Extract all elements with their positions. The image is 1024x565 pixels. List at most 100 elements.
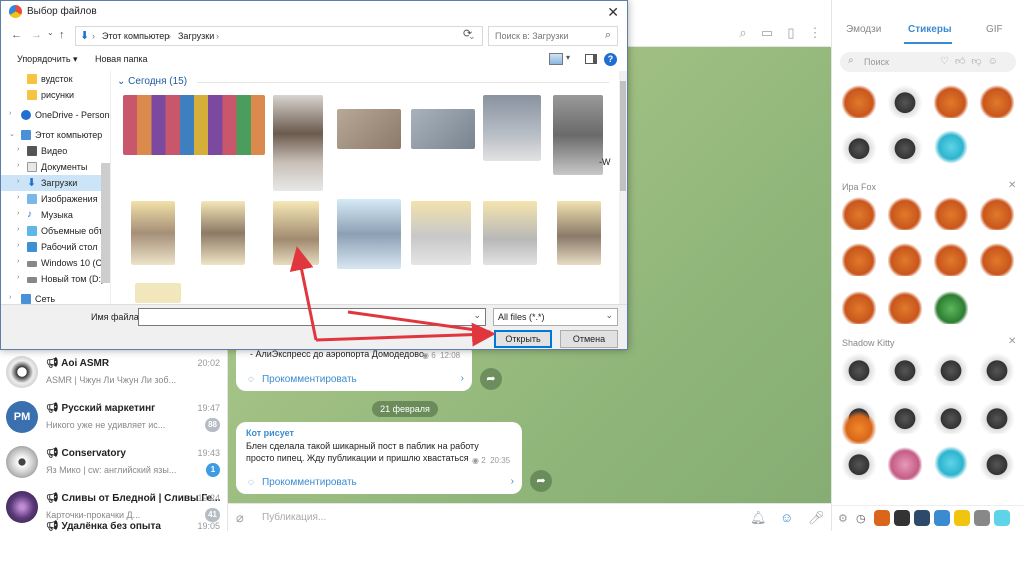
microphone-icon[interactable]: 🎤︎ — [808, 510, 825, 526]
chevron-right-icon[interactable]: › — [17, 194, 19, 201]
sticker[interactable] — [888, 242, 922, 276]
chevron-down-icon[interactable]: ▾ — [566, 53, 570, 62]
comment-button[interactable]: Прокомментировать — [244, 477, 357, 488]
sticker-search-input[interactable]: Поиск — [864, 57, 889, 67]
forward-icon[interactable]: ➦ — [530, 470, 552, 492]
tab-gif[interactable]: GIF — [986, 24, 1003, 35]
search-icon[interactable]: ⌕ — [736, 26, 750, 40]
emoji-icon[interactable]: ☺ — [780, 510, 793, 525]
sticker[interactable] — [888, 290, 922, 324]
refresh-icon[interactable]: ⟳ — [463, 27, 472, 40]
close-icon[interactable]: ✕ — [1008, 336, 1016, 347]
chevron-down-icon[interactable]: ⌄ — [473, 310, 481, 321]
tree-item-images[interactable]: › Изображения — [1, 191, 110, 207]
sticker[interactable] — [842, 446, 876, 480]
chat-list-item[interactable]: PM 📢︎ Русский маркетинг 19:47 Никого уже… — [0, 395, 228, 440]
attach-icon[interactable]: ⌀ — [236, 510, 244, 526]
organize-button[interactable]: Упорядочить ▾ — [17, 54, 78, 65]
search-field[interactable]: Поиск в: Загрузки ⌕ — [488, 26, 618, 46]
sticker[interactable] — [934, 446, 968, 480]
open-button[interactable]: Открыть — [494, 330, 552, 348]
sticker[interactable] — [934, 400, 968, 434]
tree-item-video[interactable]: › Видео — [1, 143, 110, 159]
chevron-down-icon[interactable]: ⌄ — [9, 130, 15, 138]
sticker-set-thumb[interactable] — [994, 510, 1010, 526]
sticker-set-thumb[interactable] — [934, 510, 950, 526]
chevron-right-icon[interactable]: › — [9, 294, 11, 301]
tree-item-risunki[interactable]: рисунки — [1, 87, 110, 103]
file-thumbnail[interactable] — [131, 201, 175, 265]
sticker[interactable] — [980, 352, 1014, 386]
gear-icon[interactable]: ⚙ — [838, 512, 848, 525]
up-icon[interactable]: ↑ — [59, 29, 65, 41]
tree-item-music[interactable]: › ♪ Музыка — [1, 207, 110, 223]
tree-item-downloads[interactable]: › ⬇ Загрузки — [1, 175, 110, 191]
file-thumbnail[interactable] — [411, 201, 471, 265]
forward-icon[interactable]: ➦ — [480, 368, 502, 390]
chat-list-item[interactable]: 📢︎ Aoi ASMR 20:02 ASMR | Чжун Ли Чжун Ли… — [0, 350, 228, 395]
new-folder-button[interactable]: Новая папка — [95, 54, 147, 64]
group-header[interactable]: ⌄ Сегодня (15) — [117, 76, 187, 87]
cancel-button[interactable]: Отмена — [560, 330, 618, 348]
more-icon[interactable]: ⋮ — [808, 26, 822, 40]
tab-stickers[interactable]: Стикеры — [908, 24, 951, 35]
file-thumbnail[interactable] — [557, 201, 601, 265]
scrollbar[interactable] — [619, 71, 627, 304]
sticker[interactable] — [842, 352, 876, 386]
dialog-titlebar[interactable]: Выбор файлов ✕ — [1, 1, 627, 23]
preview-pane-icon[interactable] — [585, 54, 597, 64]
sticker[interactable] — [934, 352, 968, 386]
chevron-right-icon[interactable]: › — [17, 242, 19, 249]
file-thumbnail[interactable] — [273, 95, 323, 191]
message-author[interactable]: Кот рисует — [246, 428, 294, 438]
view-icon[interactable] — [549, 53, 563, 65]
file-thumbnail[interactable] — [201, 201, 245, 265]
sticker[interactable] — [888, 196, 922, 230]
sticker[interactable] — [888, 446, 922, 480]
sticker[interactable] — [934, 130, 968, 164]
sticker[interactable] — [888, 130, 922, 164]
sticker-set-thumb[interactable] — [974, 510, 990, 526]
sticker[interactable] — [934, 84, 968, 118]
file-thumbnail[interactable] — [483, 95, 541, 161]
file-thumbnail[interactable] — [337, 199, 401, 269]
sticker[interactable] — [842, 196, 876, 230]
breadcrumb-item[interactable]: Этот компьютер — [102, 31, 169, 41]
chat-list-item[interactable]: 📢︎ Conservatory 19:43 Яз Мико | cw: англ… — [0, 440, 228, 485]
file-thumbnail[interactable] — [483, 201, 537, 265]
sticker[interactable] — [934, 196, 968, 230]
sticker-set-thumb[interactable] — [914, 510, 930, 526]
tree-item-desktop[interactable]: › Рабочий стол — [1, 239, 110, 255]
tree-item-onedrive[interactable]: › OneDrive - Person — [1, 107, 110, 123]
file-name-input[interactable]: ⌄ — [138, 308, 486, 326]
bell-icon[interactable]: 🔔︎ — [750, 510, 767, 526]
sticker[interactable] — [888, 400, 922, 434]
chevron-right-icon[interactable]: › — [17, 274, 19, 281]
tree-item-drive-d[interactable]: › Новый том (D:) — [1, 271, 110, 287]
file-thumbnail[interactable] — [411, 109, 475, 149]
file-thumbnail[interactable] — [123, 95, 265, 155]
emoji-filter-icons[interactable]: ♡👍︎👎︎☺ — [940, 55, 1004, 67]
help-icon[interactable]: ? — [604, 53, 617, 66]
sticker-set-thumb[interactable] — [954, 510, 970, 526]
tree-item-documents[interactable]: › Документы — [1, 159, 110, 175]
sticker[interactable] — [842, 242, 876, 276]
search-input[interactable]: Поиск в: Загрузки — [495, 31, 568, 41]
tree-item-network[interactable]: › Сеть — [1, 291, 110, 304]
sticker-search[interactable]: ⌕ Поиск ♡👍︎👎︎☺ — [840, 52, 1016, 72]
sticker[interactable] — [842, 130, 876, 164]
chevron-right-icon[interactable]: › — [17, 210, 19, 217]
close-icon[interactable]: ✕ — [607, 4, 619, 21]
sticker[interactable] — [888, 84, 922, 118]
sticker[interactable] — [980, 242, 1014, 276]
recent-icon[interactable]: ◷ — [856, 512, 866, 525]
chevron-right-icon[interactable]: › — [17, 258, 19, 265]
sticker[interactable] — [934, 242, 968, 276]
chevron-right-icon[interactable]: › — [9, 110, 11, 117]
breadcrumb-item[interactable]: Загрузки — [178, 31, 214, 41]
sticker-set-thumb[interactable] — [874, 510, 890, 526]
sticker[interactable] — [980, 196, 1014, 230]
chat-list-item[interactable]: 📢︎ Удалёнка без опыта 19:05 — [0, 520, 228, 565]
tree-item-drive-c[interactable]: › Windows 10 (C:) — [1, 255, 110, 271]
scrollbar-thumb[interactable] — [620, 81, 626, 191]
